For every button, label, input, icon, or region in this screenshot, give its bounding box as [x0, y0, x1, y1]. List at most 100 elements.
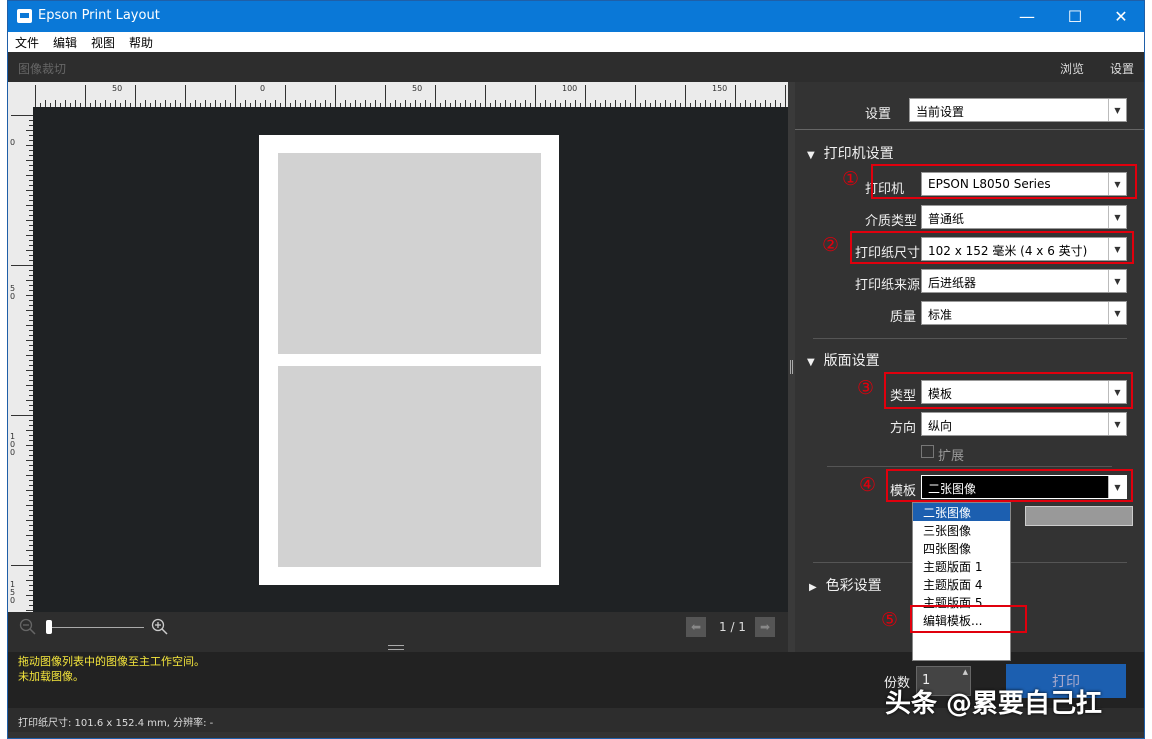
close-button[interactable]: ✕ [1098, 1, 1144, 32]
image-slot-2[interactable] [278, 366, 541, 567]
ruler-tick [395, 100, 396, 107]
next-page-arrow-icon[interactable]: ➡ [755, 617, 775, 637]
ruler-tick [115, 100, 116, 107]
media-type-select[interactable]: 普通纸 ▼ [921, 205, 1127, 229]
layout-settings-header[interactable]: ▼ 版面设置 [807, 350, 880, 370]
color-section-title: 色彩设置 [825, 578, 882, 594]
ruler-tick [465, 100, 466, 107]
ruler-tick [185, 85, 186, 107]
template-option[interactable]: 主题版面 1 [913, 557, 1010, 575]
ruler-tick [645, 100, 646, 107]
ruler-tick [345, 100, 346, 107]
ruler-tick [605, 100, 606, 107]
divider [827, 466, 1112, 467]
ruler-tick [335, 85, 336, 107]
template-option[interactable]: 主题版面 4 [913, 575, 1010, 593]
ruler-tick [275, 100, 276, 107]
ruler-tick [775, 100, 776, 107]
annotation-box-printer [871, 164, 1137, 199]
annotation-number: ⑤ [881, 609, 899, 631]
ruler-tick [26, 310, 33, 311]
zoom-out-icon[interactable] [19, 618, 37, 636]
prev-page-arrow-icon[interactable]: ⬅ [686, 617, 706, 637]
ruler-tick [11, 565, 33, 566]
ruler-tick [26, 160, 33, 161]
ruler-tick [655, 100, 656, 107]
ruler-tick [26, 445, 33, 446]
divider [795, 129, 1144, 130]
annotation-box-type [884, 372, 1133, 409]
splitter-grip-icon[interactable] [388, 645, 404, 650]
ruler-tick [435, 85, 436, 107]
ruler-label: 50 [412, 84, 423, 93]
ruler-tick [26, 580, 33, 581]
ruler-tick [705, 100, 706, 107]
expand-triangle-icon: ▶ [809, 582, 817, 593]
settings-tab[interactable]: 设置 [1110, 60, 1134, 77]
printer-settings-header[interactable]: ▼ 打印机设置 [807, 143, 894, 163]
watermark: 头条 @累要自己扛 [885, 689, 1103, 719]
ruler-tick [665, 100, 666, 107]
ruler-tick [415, 100, 416, 107]
ruler-tick [235, 85, 236, 107]
ruler-tick [26, 190, 33, 191]
ruler-tick [26, 145, 33, 146]
ruler-tick [26, 520, 33, 521]
template-option[interactable]: 三张图像 [913, 521, 1010, 539]
expand-label: 扩展 [938, 449, 965, 464]
ruler-tick [26, 595, 33, 596]
ruler-tick [675, 100, 676, 107]
chevron-down-icon: ▼ [1108, 302, 1126, 324]
media-type-value: 普通纸 [928, 212, 965, 226]
zoom-slider-handle[interactable] [46, 620, 52, 634]
quality-select[interactable]: 标准 ▼ [921, 301, 1127, 325]
ruler-tick [26, 400, 33, 401]
ruler-tick [785, 85, 786, 107]
menu-file[interactable]: 文件 [15, 34, 39, 51]
stepper-up-icon[interactable]: ▲ [963, 668, 968, 676]
horizontal-ruler: 50 0 50 100 150 [33, 82, 788, 107]
menu-edit[interactable]: 编辑 [53, 34, 77, 51]
template-option[interactable]: 四张图像 [913, 539, 1010, 557]
ruler-tick [455, 100, 456, 107]
status-message-2: 未加载图像。 [18, 670, 84, 683]
menu-view[interactable]: 视图 [91, 34, 115, 51]
ruler-tick [26, 220, 33, 221]
expand-checkbox[interactable] [921, 445, 934, 458]
template-option[interactable]: 二张图像 [913, 503, 1010, 521]
maximize-button[interactable]: ☐ [1052, 1, 1098, 32]
image-slot-1[interactable] [278, 153, 541, 354]
paper-source-value: 后进纸器 [928, 276, 977, 290]
color-settings-header[interactable]: ▶ 色彩设置 [809, 575, 882, 595]
ruler-tick [85, 85, 86, 107]
pane-splitter[interactable] [788, 82, 795, 652]
crop-tool-label[interactable]: 图像裁切 [18, 60, 66, 77]
orientation-select[interactable]: 纵向 ▼ [921, 412, 1127, 436]
ruler-label: 5 0 [10, 284, 16, 301]
paper-source-select[interactable]: 后进纸器 ▼ [921, 269, 1127, 293]
ruler-tick [285, 85, 286, 107]
ruler-label: 150 [712, 84, 728, 93]
ruler-tick [365, 100, 366, 107]
ruler-tick [26, 250, 33, 251]
printer-app-icon [17, 9, 32, 23]
layout-canvas[interactable] [33, 107, 788, 612]
ruler-tick [26, 460, 33, 461]
ruler-tick [295, 100, 296, 107]
ruler-tick [405, 100, 406, 107]
ruler-tick [26, 535, 33, 536]
settings-select[interactable]: 当前设置 ▼ [909, 98, 1127, 122]
window-title: Epson Print Layout [38, 8, 160, 23]
zoom-slider-track[interactable] [46, 627, 144, 628]
ruler-tick [95, 100, 96, 107]
ruler-tick [265, 100, 266, 107]
ruler-tick [26, 610, 33, 611]
ruler-tick [11, 265, 33, 266]
menu-help[interactable]: 帮助 [129, 34, 153, 51]
minimize-button[interactable]: — [1004, 1, 1050, 32]
ruler-tick [585, 85, 586, 107]
zoom-in-icon[interactable] [151, 618, 169, 636]
ruler-label: 0 [260, 84, 266, 93]
browse-tab[interactable]: 浏览 [1060, 60, 1084, 77]
media-type-label: 介质类型 [865, 214, 918, 229]
